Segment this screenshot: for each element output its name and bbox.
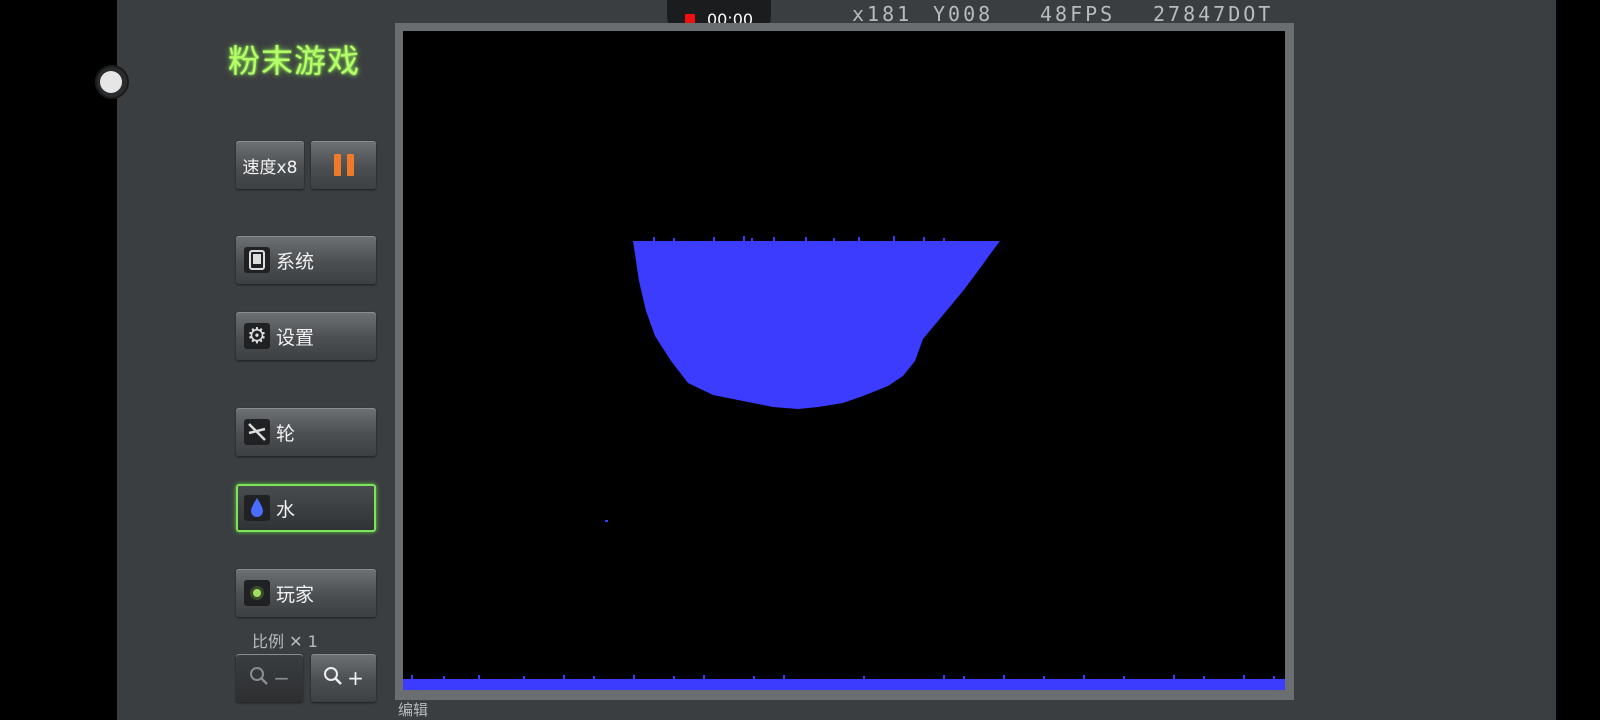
assist-dot-icon [100,71,122,93]
zoom-in-icon [323,666,343,691]
player-icon [244,580,270,606]
gear-icon: ⚙ [244,323,270,349]
left-screen-border [0,0,117,720]
pause-button[interactable] [311,141,376,189]
particle-layer [403,236,1285,690]
water-droplet [605,520,608,522]
wheel-icon [244,419,270,445]
wheel-element-button[interactable]: 轮 [236,408,376,456]
zoom-out-label: − [273,666,290,690]
scale-label: 比例 ✕ 1 [252,632,318,651]
water-body [633,241,1000,409]
pause-icon [331,154,357,176]
zoom-in-button[interactable]: + [311,654,376,702]
zoom-in-label: + [347,666,364,690]
player-element-button[interactable]: 玩家 [236,569,376,617]
sandbox-canvas[interactable] [403,31,1285,690]
water-drop-icon [244,495,270,521]
mode-label: 编辑 [398,701,429,719]
system-button[interactable]: 系统 [236,236,376,284]
speed-button[interactable]: 速度x8 [236,141,304,189]
settings-label: 设置 [276,326,315,349]
player-label: 玩家 [276,583,315,606]
zoom-out-button[interactable]: − [236,654,303,702]
settings-button[interactable]: ⚙ 设置 [236,312,376,360]
speed-label: 速度x8 [242,157,298,178]
water-floor [403,679,1285,690]
app-title: 粉末游戏 [228,42,361,80]
system-label: 系统 [276,250,315,273]
water-element-button[interactable]: 水 [236,484,376,532]
right-screen-border [1556,0,1600,720]
tablet-icon [244,247,270,273]
water-label: 水 [276,498,296,521]
zoom-out-icon [249,666,269,691]
wheel-label: 轮 [276,422,296,445]
floating-assist-button[interactable] [95,65,129,99]
